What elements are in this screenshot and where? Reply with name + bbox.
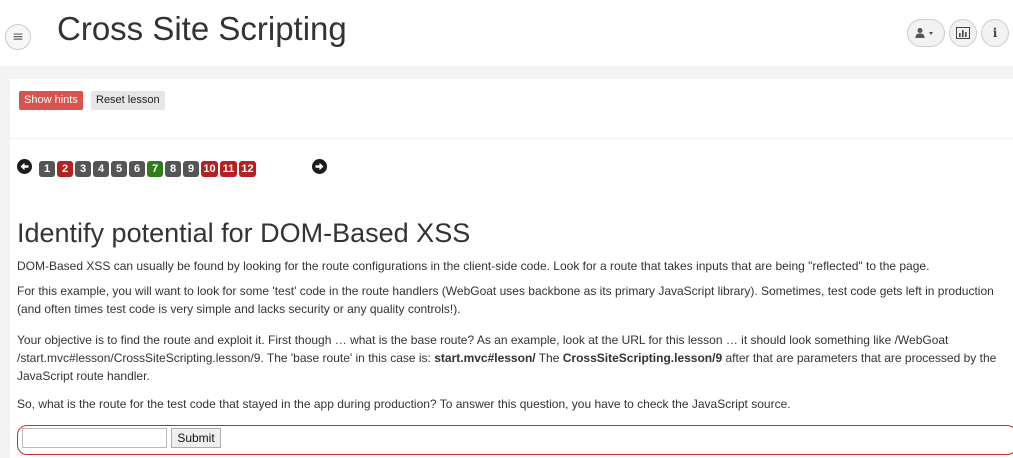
caret-down-icon	[929, 32, 933, 35]
lesson-paragraph: Your objective is to find the route and …	[17, 331, 1011, 385]
submit-button[interactable]: Submit	[171, 428, 221, 448]
page-button-9[interactable]: 9	[183, 161, 199, 177]
divider	[10, 138, 1013, 139]
previous-page-button[interactable]	[17, 159, 32, 174]
arrow-right-icon	[315, 162, 324, 171]
page-button-2[interactable]: 2	[57, 161, 73, 177]
reset-lesson-button[interactable]: Reset lesson	[91, 91, 165, 110]
lesson-param-text: CrossSiteScripting.lesson/9	[562, 351, 723, 365]
page-header: ≡ Cross Site Scripting i	[0, 0, 1013, 66]
chart-icon	[956, 27, 970, 39]
hamburger-icon: ≡	[12, 29, 24, 45]
page-button-6[interactable]: 6	[129, 161, 145, 177]
user-icon	[915, 28, 933, 38]
about-button[interactable]: i	[981, 19, 1009, 47]
header-actions: i	[907, 19, 1009, 47]
lesson-heading: Identify potential for DOM-Based XSS	[17, 218, 471, 248]
text-span: The	[535, 351, 563, 365]
base-route-text: start.mvc#lesson/	[434, 351, 536, 365]
page-button-10[interactable]: 10	[201, 161, 218, 177]
page-button-3[interactable]: 3	[75, 161, 91, 177]
page-button-1[interactable]: 1	[39, 161, 55, 177]
lesson-paragraph: For this example, you will want to look …	[17, 284, 994, 316]
page-button-12[interactable]: 12	[239, 161, 256, 177]
lesson-paragraph: So, what is the route for the test code …	[17, 397, 791, 411]
report-card-button[interactable]	[949, 19, 977, 47]
info-icon: i	[992, 26, 998, 40]
lesson-paragraph: DOM-Based XSS can usually be found by lo…	[17, 259, 930, 273]
user-menu-button[interactable]	[907, 19, 945, 47]
page-button-11[interactable]: 11	[220, 161, 237, 177]
page-button-8[interactable]: 8	[165, 161, 181, 177]
answer-input[interactable]	[22, 428, 167, 448]
next-page-button[interactable]	[312, 159, 327, 174]
show-hints-button[interactable]: Show hints	[19, 91, 83, 110]
page-button-5[interactable]: 5	[111, 161, 127, 177]
page-button-7[interactable]: 7	[147, 161, 163, 177]
menu-toggle-button[interactable]: ≡	[5, 24, 31, 50]
page-title: Cross Site Scripting	[57, 10, 347, 47]
page-button-4[interactable]: 4	[93, 161, 109, 177]
arrow-left-icon	[20, 162, 29, 171]
